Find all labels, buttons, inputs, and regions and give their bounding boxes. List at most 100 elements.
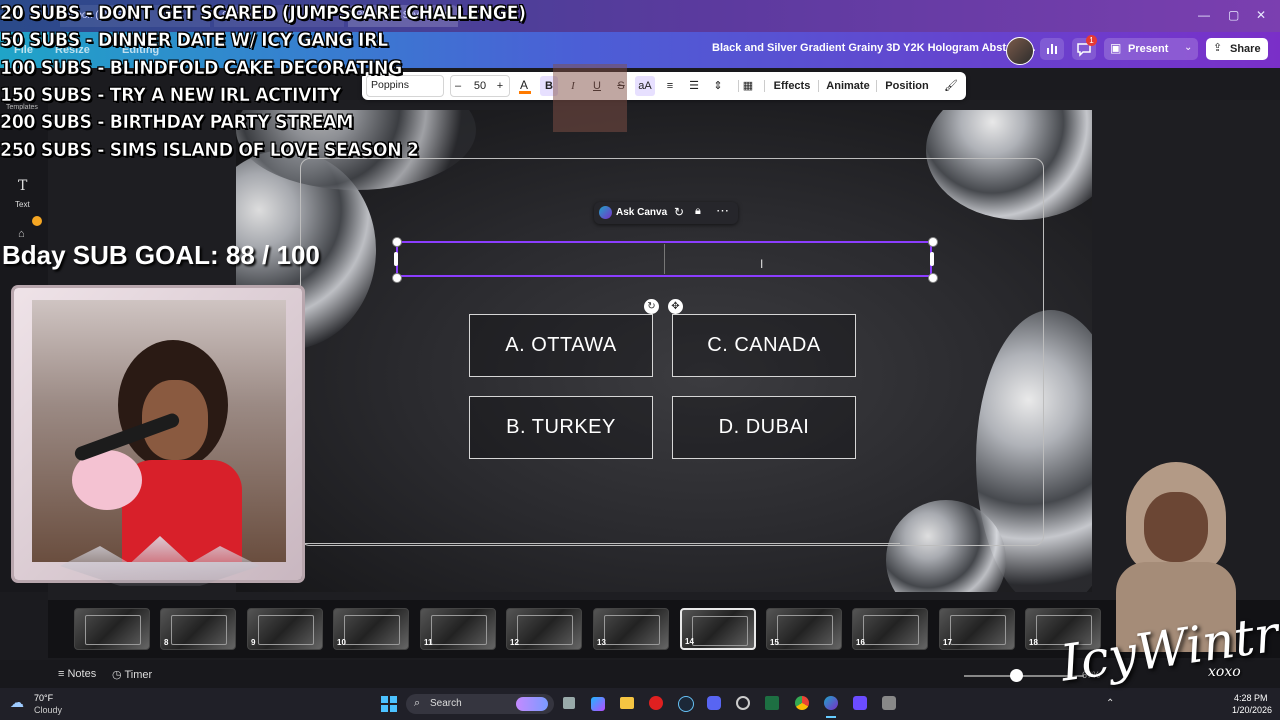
task-view-icon[interactable]	[563, 697, 575, 709]
page-thumbnail[interactable]: 17	[939, 608, 1015, 650]
answer-box-d[interactable]: D. DUBAI	[672, 396, 856, 459]
sidebar-item-text[interactable]: Text	[15, 200, 30, 209]
animate-button[interactable]: Animate	[826, 72, 870, 100]
font-size-input[interactable]: 50	[468, 72, 492, 100]
active-app-indicator	[826, 716, 836, 718]
steam-icon[interactable]	[678, 696, 694, 712]
letter-case-button[interactable]: aA	[635, 72, 655, 100]
page-thumbnail[interactable]: 12	[506, 608, 582, 650]
weather-icon: ☁	[10, 694, 24, 710]
move-handle-icon[interactable]: ✥	[668, 299, 683, 314]
decrease-size-button[interactable]: –	[452, 72, 464, 100]
search-icon: ⌕	[414, 697, 421, 709]
canva-ai-icon	[599, 206, 612, 219]
answer-label: D. DUBAI	[718, 416, 810, 438]
clock-date[interactable]: 1/20/2026	[1232, 705, 1272, 715]
clock-time[interactable]: 4:28 PM	[1234, 693, 1268, 703]
app-grid-icon[interactable]	[853, 696, 867, 710]
resize-handle[interactable]	[928, 237, 938, 247]
toolbar-divider	[738, 80, 739, 92]
page-thumbnail[interactable]: 8	[160, 608, 236, 650]
doll-face	[1144, 492, 1208, 562]
canva-app-icon[interactable]	[824, 696, 838, 710]
obs-icon[interactable]	[736, 696, 750, 710]
timer-button[interactable]: ◷ Timer	[112, 668, 152, 681]
page-thumbnail[interactable]: 11	[420, 608, 496, 650]
sub-goal-line: 50 SUBS - DINNER DATE W/ ICY GANG IRL	[0, 29, 389, 52]
rotate-handle-icon[interactable]: ↻	[644, 299, 659, 314]
text-icon: T	[18, 178, 28, 194]
maximize-button[interactable]: ▢	[1228, 8, 1239, 22]
answer-box-b[interactable]: B. TURKEY	[469, 396, 653, 459]
discord-icon[interactable]	[707, 696, 721, 710]
text-color-button[interactable]: A	[516, 72, 534, 100]
resize-handle[interactable]	[392, 237, 402, 247]
effects-button[interactable]: Effects	[772, 72, 812, 100]
chevron-up-icon[interactable]: ⌃	[1106, 698, 1114, 709]
answer-label: A. OTTAWA	[505, 334, 617, 356]
apps-icon[interactable]: ⌂	[18, 228, 25, 240]
page-thumbnail[interactable]: 16	[852, 608, 928, 650]
file-explorer-icon[interactable]	[620, 697, 634, 709]
answer-box-c[interactable]: C. CANADA	[672, 314, 856, 377]
timer-icon: ◷	[112, 669, 125, 681]
list-icon[interactable]: ☰	[684, 72, 704, 100]
share-button[interactable]: ⇪ Share	[1206, 38, 1268, 60]
toolbar-divider	[876, 80, 877, 92]
zoom-slider-thumb[interactable]	[1010, 669, 1023, 682]
spacing-icon[interactable]: ⇕	[708, 72, 728, 100]
sub-goal-line: 100 SUBS - BLINDFOLD CAKE DECORATING	[0, 57, 403, 80]
opera-icon[interactable]	[649, 696, 663, 710]
selection-context-menu: Ask Canva ↻ 🔒︎ ⋯	[594, 202, 738, 224]
page-thumbnail-active[interactable]: 14	[680, 608, 756, 650]
taskbar-search[interactable]: ⌕ Search	[406, 694, 554, 714]
position-button[interactable]: Position	[884, 72, 930, 100]
excel-icon[interactable]	[765, 696, 779, 710]
align-center-icon[interactable]: ≡	[660, 72, 680, 100]
present-button[interactable]: ▣ Present ⌄	[1104, 38, 1198, 60]
star-badge-icon	[32, 216, 42, 226]
avatar[interactable]	[1006, 37, 1034, 65]
bar-chart-icon	[1047, 44, 1057, 54]
page-thumbnail[interactable]	[74, 608, 150, 650]
document-title[interactable]: Black and Silver Gradient Grainy 3D Y2K …	[712, 42, 1035, 54]
svg-text:A: A	[520, 78, 528, 92]
side-handle[interactable]	[394, 252, 398, 266]
page-thumbnail[interactable]: 10	[333, 608, 409, 650]
copilot-icon[interactable]	[591, 697, 605, 711]
more-options-icon[interactable]: ⋯	[716, 203, 729, 219]
notes-label: Notes	[67, 668, 97, 680]
toolbar-divider	[818, 80, 819, 92]
timer-label: Timer	[124, 669, 153, 681]
notes-button[interactable]: ≡ Notes	[58, 668, 96, 680]
paint-format-icon[interactable]: 🖌︎	[942, 72, 960, 100]
lock-icon[interactable]: 🔒︎	[695, 205, 701, 218]
video-thumbnail	[553, 64, 627, 132]
resize-handle[interactable]	[392, 273, 402, 283]
answer-label: C. CANADA	[707, 334, 821, 356]
present-icon: ▣	[1110, 41, 1122, 55]
answer-box-a[interactable]: A. OTTAWA	[469, 314, 653, 377]
ask-canva-button[interactable]: Ask Canva	[616, 207, 667, 218]
windows-start-icon[interactable]	[381, 696, 397, 712]
chrome-icon[interactable]	[795, 696, 809, 710]
chevron-down-icon[interactable]: ⌄	[1184, 42, 1192, 53]
increase-size-button[interactable]: +	[494, 72, 506, 100]
side-handle[interactable]	[930, 252, 934, 266]
weather-temp[interactable]: 70°F	[34, 693, 53, 703]
snipping-tool-icon[interactable]	[882, 696, 896, 710]
rotate-icon[interactable]: ↻	[674, 205, 684, 219]
resize-handle[interactable]	[928, 273, 938, 283]
close-window-button[interactable]: ✕	[1256, 8, 1266, 22]
page-thumbnail[interactable]: 13	[593, 608, 669, 650]
page-thumbnail[interactable]: 15	[766, 608, 842, 650]
weather-desc: Cloudy	[34, 705, 63, 715]
insights-button[interactable]	[1040, 38, 1064, 60]
slide-frame-line	[300, 543, 900, 544]
page-thumbnail[interactable]: 9	[247, 608, 323, 650]
search-highlight-icon	[516, 697, 548, 711]
search-label: Search	[430, 698, 462, 709]
minimize-button[interactable]: —	[1198, 8, 1210, 22]
share-icon: ⇪	[1213, 42, 1223, 54]
transparency-icon[interactable]: ▦	[741, 72, 755, 100]
